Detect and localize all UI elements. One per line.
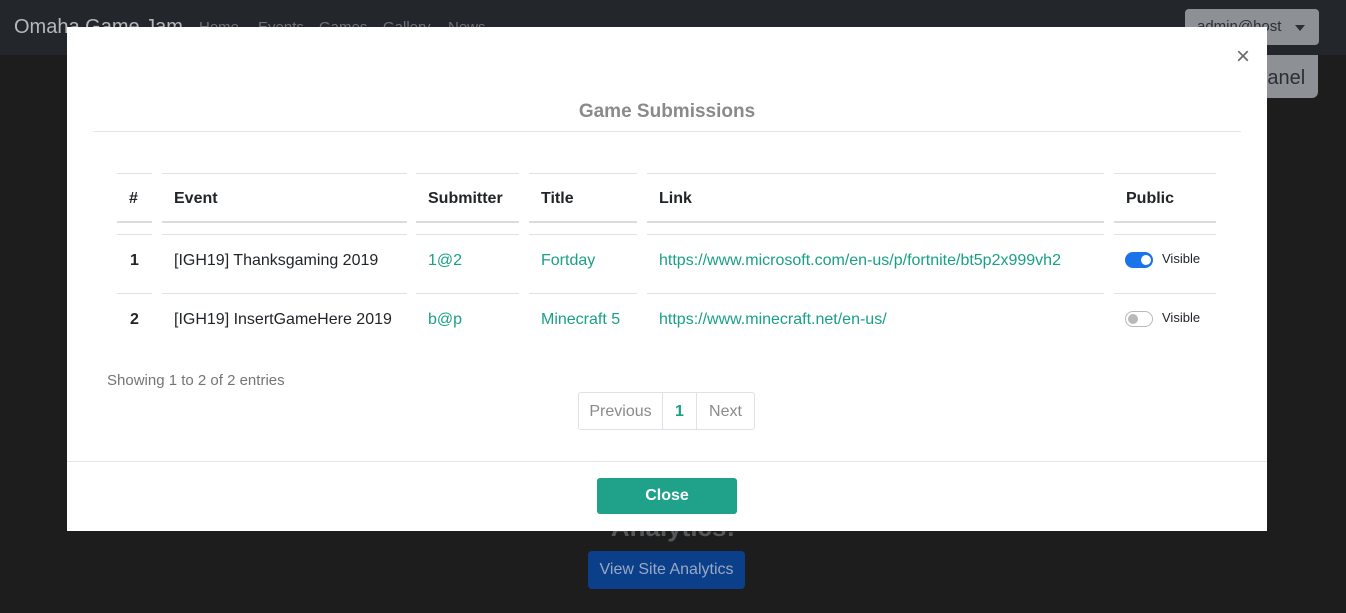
pagination-page-1[interactable]: 1 xyxy=(662,392,697,430)
footer-divider xyxy=(67,461,1267,462)
row-1-link-cell: https://www.microsoft.com/en-us/p/fortni… xyxy=(647,234,1104,293)
row-1-num: 1 xyxy=(117,234,152,293)
header-public[interactable]: Public xyxy=(1114,173,1216,223)
view-analytics-button[interactable]: View Site Analytics xyxy=(588,551,745,589)
close-button[interactable]: Close xyxy=(597,478,737,514)
row-1-submitter-link[interactable]: 1@2 xyxy=(428,252,462,269)
caret-down-icon xyxy=(1295,25,1305,31)
close-icon[interactable]: × xyxy=(1233,45,1253,69)
row-1-title-link[interactable]: Fortday xyxy=(541,252,595,269)
row-1-public-cell: Visible xyxy=(1114,234,1216,293)
pagination-next[interactable]: Next xyxy=(696,392,755,430)
row-1-visible-toggle[interactable] xyxy=(1125,252,1153,268)
header-title[interactable]: Title xyxy=(529,173,637,223)
row-2-submitter-cell: b@p xyxy=(416,293,519,352)
row-2-title-link[interactable]: Minecraft 5 xyxy=(541,311,620,328)
row-2-url-link[interactable]: https://www.minecraft.net/en-us/ xyxy=(659,311,887,328)
header-event[interactable]: Event xyxy=(162,173,407,223)
row-2-event: [IGH19] InsertGameHere 2019 xyxy=(162,293,407,352)
toggle-knob xyxy=(1141,255,1151,265)
pagination-previous[interactable]: Previous xyxy=(578,392,663,430)
row-1-url-link[interactable]: https://www.microsoft.com/en-us/p/fortni… xyxy=(659,252,1061,269)
row-1-visible-label: Visible xyxy=(1162,251,1201,266)
header-link[interactable]: Link xyxy=(647,173,1104,223)
row-2-submitter-link[interactable]: b@p xyxy=(428,311,462,328)
row-2-title-cell: Minecraft 5 xyxy=(529,293,637,352)
row-2-visible-label: Visible xyxy=(1162,310,1201,325)
row-2-visible-toggle[interactable] xyxy=(1125,311,1153,327)
header-num[interactable]: # xyxy=(117,173,152,223)
row-1-title-cell: Fortday xyxy=(529,234,637,293)
modal-title: Game Submissions xyxy=(578,101,756,122)
row-1-event: [IGH19] Thanksgaming 2019 xyxy=(162,234,407,293)
game-submissions-modal: Game Submissions × # Event Submitter Tit… xyxy=(67,27,1267,531)
row-2-link-cell: https://www.minecraft.net/en-us/ xyxy=(647,293,1104,352)
row-2-public-cell: Visible xyxy=(1114,293,1216,352)
row-1-submitter-cell: 1@2 xyxy=(416,234,519,293)
header-submitter[interactable]: Submitter xyxy=(416,173,519,223)
toggle-knob xyxy=(1128,314,1138,324)
table-info: Showing 1 to 2 of 2 entries xyxy=(107,372,285,389)
header-divider xyxy=(93,131,1241,132)
row-2-num: 2 xyxy=(117,293,152,352)
